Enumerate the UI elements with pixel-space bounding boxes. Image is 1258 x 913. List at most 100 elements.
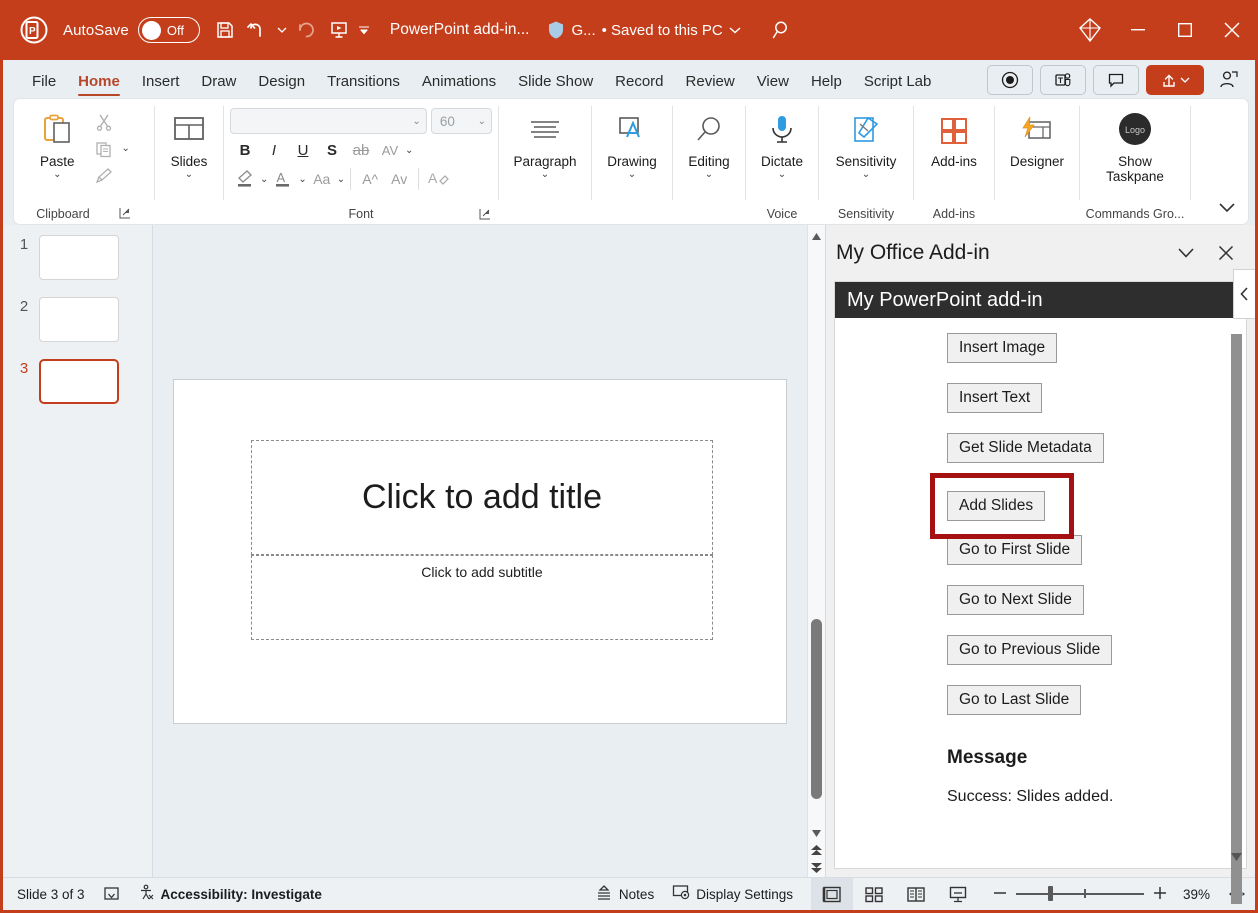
cut-icon[interactable] [89, 108, 119, 135]
tab-home[interactable]: Home [67, 64, 131, 98]
font-color-icon[interactable]: A [269, 165, 297, 193]
slide-canvas[interactable]: Click to add title Click to add subtitle [173, 379, 787, 724]
font-color-dropdown-icon[interactable]: ⌄ [298, 175, 306, 185]
ribbon-collapse-icon[interactable] [1216, 196, 1238, 218]
slides-dropdown-icon[interactable]: ⌄ [185, 170, 193, 180]
taskpane-scrollbar-thumb[interactable] [1231, 334, 1242, 904]
thumbnail-item[interactable]: 1 [3, 235, 152, 297]
taskpane-scroll-down-icon[interactable] [1231, 853, 1242, 864]
thumbnail-preview[interactable] [39, 297, 119, 342]
paragraph-button[interactable]: Paragraph ⌄ [505, 104, 584, 180]
notes-button[interactable]: Notes [595, 884, 654, 904]
go-to-last-slide-button[interactable]: Go to Last Slide [947, 685, 1081, 715]
thumbnail-item-selected[interactable]: 3 [3, 359, 152, 421]
go-to-first-slide-button[interactable]: Go to First Slide [947, 535, 1082, 565]
tab-view[interactable]: View [746, 64, 800, 98]
increase-font-size-button[interactable]: A^ [356, 165, 384, 193]
minimize-button[interactable] [1114, 0, 1161, 60]
drawing-dropdown-icon[interactable]: ⌄ [628, 170, 636, 180]
taskpane-scrollbar[interactable] [1228, 318, 1245, 868]
text-shadow-button[interactable]: S [318, 136, 346, 164]
slide-sorter-button[interactable] [853, 878, 895, 910]
go-to-previous-slide-button[interactable]: Go to Previous Slide [947, 635, 1112, 665]
paste-button[interactable]: Paste ⌄ [32, 104, 83, 180]
share-button[interactable] [1146, 65, 1204, 95]
tab-help[interactable]: Help [800, 64, 853, 98]
tab-animations[interactable]: Animations [411, 64, 507, 98]
sensitivity-dropdown-icon[interactable]: ⌄ [862, 170, 870, 180]
customize-qat-icon[interactable] [356, 14, 372, 46]
undo-dropdown-icon[interactable] [274, 14, 290, 46]
record-button[interactable] [987, 65, 1033, 95]
taskpane-close-icon[interactable] [1213, 240, 1239, 266]
previous-slide-button[interactable] [811, 841, 822, 859]
tab-review[interactable]: Review [675, 64, 746, 98]
zoom-level-label[interactable]: 39% [1176, 887, 1210, 902]
normal-view-button[interactable] [811, 878, 853, 910]
zoom-slider[interactable] [1016, 893, 1144, 895]
next-slide-button[interactable] [811, 859, 822, 877]
zoom-in-button[interactable] [1153, 886, 1167, 903]
character-spacing-button[interactable]: AV [376, 136, 404, 164]
get-slide-metadata-button[interactable]: Get Slide Metadata [947, 433, 1104, 463]
editing-button[interactable]: Editing ⌄ [680, 104, 737, 180]
text-highlight-dropdown-icon[interactable]: ⌄ [260, 175, 268, 185]
people-button[interactable] [1211, 69, 1245, 91]
thumbnail-preview[interactable] [39, 359, 119, 404]
dictate-button[interactable]: Dictate ⌄ [753, 104, 811, 180]
reading-view-button[interactable] [895, 878, 937, 910]
dictate-dropdown-icon[interactable]: ⌄ [778, 170, 786, 180]
scrollbar-track[interactable] [808, 244, 825, 825]
tab-slide-show[interactable]: Slide Show [507, 64, 604, 98]
insert-image-button[interactable]: Insert Image [947, 333, 1057, 363]
insert-text-button[interactable]: Insert Text [947, 383, 1042, 413]
zoom-out-button[interactable] [993, 886, 1007, 903]
taskpane-options-chevron-down-icon[interactable] [1173, 240, 1199, 266]
tab-draw[interactable]: Draw [190, 64, 247, 98]
autosave-toggle[interactable]: Off [138, 17, 200, 43]
text-highlight-icon[interactable] [231, 165, 259, 193]
teams-button[interactable] [1040, 65, 1086, 95]
character-spacing-dropdown-icon[interactable]: ⌄ [405, 146, 413, 156]
search-icon[interactable] [767, 15, 797, 45]
scroll-down-arrow-icon[interactable] [812, 825, 821, 841]
slide-count-label[interactable]: Slide 3 of 3 [17, 887, 85, 902]
format-painter-icon[interactable] [89, 162, 119, 189]
thumbnail-preview[interactable] [39, 235, 119, 280]
clear-formatting-icon[interactable]: A [424, 165, 452, 193]
thumbnail-item[interactable]: 2 [3, 297, 152, 359]
change-case-button[interactable]: Aa [308, 165, 336, 193]
comments-button[interactable] [1093, 65, 1139, 95]
close-button[interactable] [1208, 0, 1255, 60]
italic-button[interactable]: I [260, 136, 288, 164]
bold-button[interactable]: B [231, 136, 259, 164]
clipboard-dialog-launcher[interactable] [118, 207, 132, 221]
tab-file[interactable]: File [21, 64, 67, 98]
undo-icon[interactable] [242, 14, 272, 46]
font-size-combo[interactable]: 60 ⌄ [431, 108, 492, 134]
display-settings-button[interactable]: Display Settings [672, 884, 793, 904]
scroll-up-arrow-icon[interactable] [812, 228, 821, 244]
tab-transitions[interactable]: Transitions [316, 64, 411, 98]
slide-canvas-area[interactable]: Click to add title Click to add subtitle [153, 225, 807, 877]
tab-script-lab[interactable]: Script Lab [853, 64, 943, 98]
slides-button[interactable]: Slides ⌄ [161, 104, 217, 180]
maximize-button[interactable] [1161, 0, 1208, 60]
accessibility-status[interactable]: Accessibility: Investigate [138, 884, 322, 904]
start-presentation-icon[interactable] [324, 14, 354, 46]
tab-record[interactable]: Record [604, 64, 674, 98]
change-case-dropdown-icon[interactable]: ⌄ [337, 175, 345, 185]
saved-status[interactable]: G... • Saved to this PC [571, 22, 740, 39]
strikethrough-button[interactable]: ab [347, 136, 375, 164]
designer-button[interactable]: Designer [1002, 104, 1072, 169]
tab-insert[interactable]: Insert [131, 64, 191, 98]
copilot-diamond-icon[interactable] [1066, 0, 1114, 60]
paste-dropdown-icon[interactable]: ⌄ [53, 170, 61, 180]
tab-design[interactable]: Design [247, 64, 316, 98]
copy-dropdown-icon[interactable]: ⌄ [122, 144, 130, 154]
decrease-font-size-button[interactable]: Av [385, 165, 413, 193]
slideshow-button[interactable] [937, 878, 979, 910]
zoom-slider-thumb[interactable] [1048, 886, 1053, 901]
document-title[interactable]: PowerPoint add-in... [390, 21, 530, 39]
font-dialog-launcher[interactable] [478, 208, 492, 222]
